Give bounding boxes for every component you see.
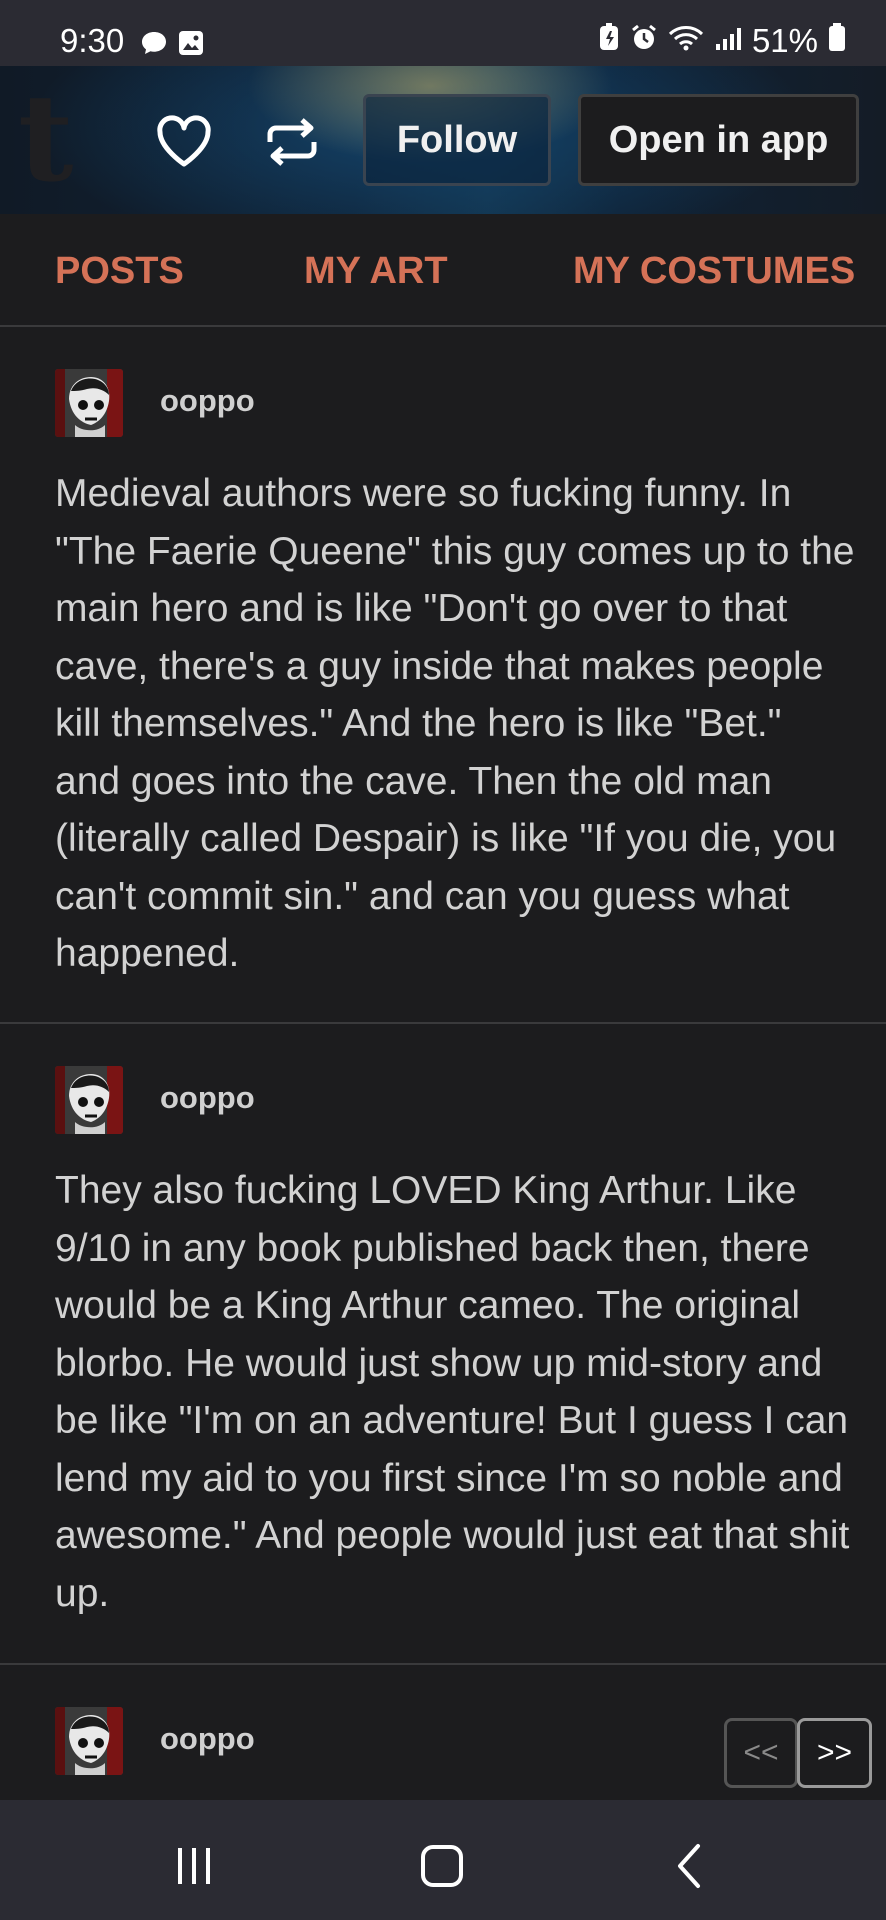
tumblr-logo[interactable]: t — [18, 79, 73, 199]
chat-bubble-icon — [140, 26, 168, 64]
status-bar: 9:30 51% — [0, 0, 886, 66]
nav-posts[interactable]: POSTS — [55, 250, 184, 293]
recent-apps-icon[interactable] — [164, 1836, 224, 1896]
signal-icon — [714, 22, 742, 60]
nav-my-costumes[interactable]: MY COSTUMES — [573, 250, 855, 293]
avatar[interactable] — [55, 369, 123, 437]
post-username[interactable]: ooppo — [160, 383, 255, 419]
post-username[interactable]: ooppo — [160, 1080, 255, 1116]
post: ooppo They also fucking LOVED King Arthu… — [0, 1024, 886, 1665]
avatar[interactable] — [55, 1707, 123, 1775]
alarm-icon — [630, 22, 658, 60]
previous-page-button[interactable]: << — [724, 1718, 798, 1788]
image-icon — [178, 26, 204, 64]
post: ooppo Medieval authors were so fucking f… — [0, 327, 886, 1024]
wifi-icon — [668, 22, 704, 60]
reblog-icon[interactable] — [262, 112, 322, 172]
back-icon[interactable] — [660, 1836, 720, 1896]
battery-icon — [828, 22, 846, 60]
home-icon[interactable] — [412, 1836, 472, 1896]
next-page-button[interactable]: >> — [797, 1718, 872, 1788]
open-in-app-button[interactable]: Open in app — [578, 94, 859, 186]
post-body: Medieval authors were so fucking funny. … — [55, 472, 855, 975]
system-nav-bar — [0, 1800, 886, 1920]
avatar[interactable] — [55, 1066, 123, 1134]
status-time: 9:30 — [60, 22, 125, 59]
heart-icon[interactable] — [154, 112, 214, 172]
battery-saver-icon — [598, 22, 620, 60]
blog-header: t Follow Open in app — [0, 66, 886, 214]
blog-nav: POSTS MY ART MY COSTUMES — [0, 214, 886, 327]
post-username[interactable]: ooppo — [160, 1721, 255, 1757]
nav-my-art[interactable]: MY ART — [304, 250, 448, 293]
follow-button[interactable]: Follow — [363, 94, 551, 186]
battery-percent: 51% — [751, 22, 818, 59]
post-body: They also fucking LOVED King Arthur. Lik… — [55, 1169, 850, 1615]
